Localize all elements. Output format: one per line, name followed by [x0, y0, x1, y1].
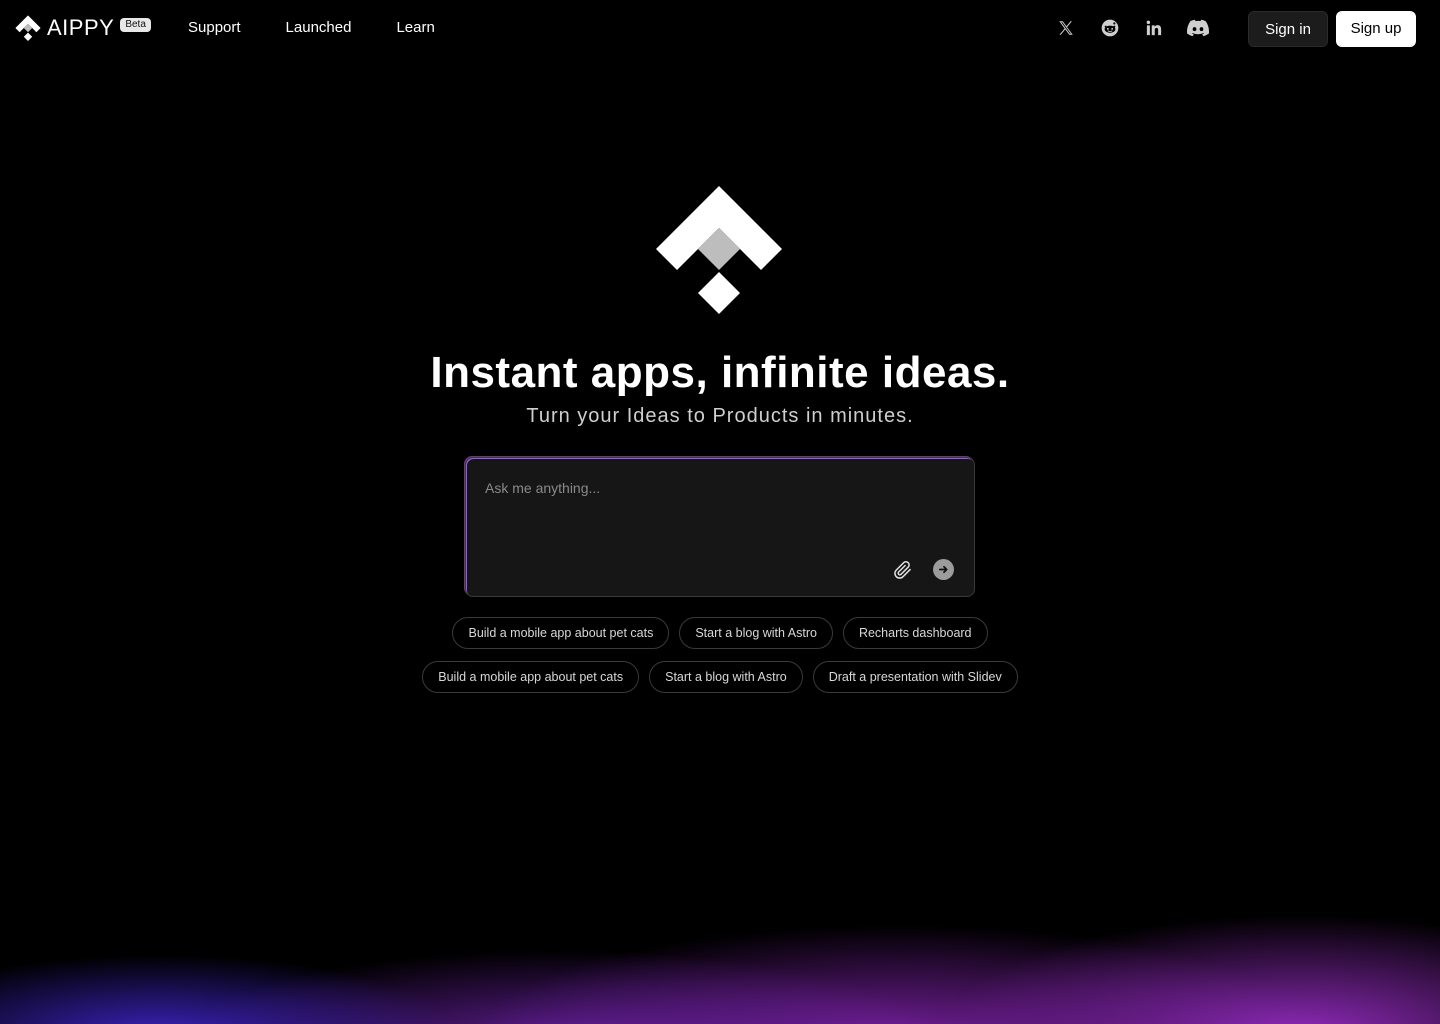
suggestion-chip[interactable]: Draft a presentation with Slidev	[812, 661, 1018, 693]
hero-title: Instant apps, infinite ideas.	[430, 348, 1010, 397]
prompt-input[interactable]	[485, 478, 955, 558]
linkedin-icon[interactable]	[1142, 16, 1166, 40]
nav-launched[interactable]: Launched	[286, 18, 352, 38]
nav-support[interactable]: Support	[188, 18, 241, 38]
suggestion-chip[interactable]: Build a mobile app about pet cats	[452, 617, 670, 649]
beta-badge: Beta	[120, 18, 151, 32]
send-button[interactable]	[933, 559, 954, 580]
prompt-box	[465, 457, 975, 597]
hero-logo-icon	[656, 186, 782, 314]
brand[interactable]: AIPPY Beta	[15, 14, 151, 42]
paperclip-icon[interactable]	[892, 559, 914, 581]
suggestion-chip[interactable]: Build a mobile app about pet cats	[422, 661, 640, 693]
sign-in-button[interactable]: Sign in	[1248, 11, 1328, 47]
arrow-right-icon	[939, 565, 948, 574]
suggestion-row: Build a mobile app about pet cats Start …	[0, 617, 1440, 649]
main-nav: Support Launched Learn	[188, 18, 480, 38]
social-links	[1054, 16, 1230, 40]
aippy-logo-icon	[15, 15, 41, 41]
brand-name: AIPPY	[47, 15, 115, 40]
x-icon[interactable]	[1054, 16, 1078, 40]
reddit-icon[interactable]	[1098, 16, 1122, 40]
discord-icon[interactable]	[1186, 16, 1210, 40]
nav-learn[interactable]: Learn	[396, 18, 434, 38]
hero-subtitle: Turn your Ideas to Products in minutes.	[526, 405, 914, 427]
suggestion-chip[interactable]: Start a blog with Astro	[679, 617, 833, 649]
top-nav-bar: AIPPY Beta Support Launched Learn Sign i…	[0, 0, 1440, 57]
suggestion-row: Build a mobile app about pet cats Start …	[0, 661, 1440, 693]
suggestion-chip[interactable]: Recharts dashboard	[842, 617, 988, 649]
sign-up-button[interactable]: Sign up	[1336, 11, 1416, 47]
background-glow	[0, 860, 1440, 1024]
suggestion-chip[interactable]: Start a blog with Astro	[649, 661, 803, 693]
